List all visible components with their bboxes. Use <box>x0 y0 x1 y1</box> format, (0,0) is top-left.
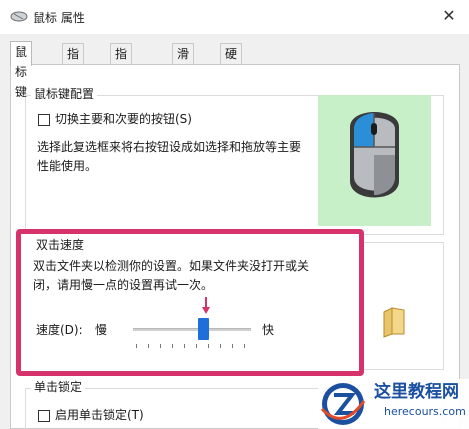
speed-slow-label: 慢 <box>95 323 108 337</box>
speed-label: 速度(D): <box>36 323 83 337</box>
button-config-description: 选择此复选框来将右按钮设成如选择和拖放等主要 <box>37 140 302 154</box>
watermark-name: 这里教程网 <box>374 382 459 402</box>
click-lock-title: 单击锁定 <box>31 378 86 395</box>
arrow-down-icon <box>202 297 210 314</box>
folder-icon[interactable] <box>380 306 408 338</box>
button-config-description-2: 性能使用。 <box>37 159 98 173</box>
tab-pointers[interactable]: 指针 <box>62 43 85 81</box>
slider-tick <box>196 344 197 348</box>
slider-tick <box>136 344 137 348</box>
double-click-title: 双击速度 <box>33 236 88 253</box>
tab-wheel[interactable]: 滑轮 <box>172 43 195 81</box>
tab-buttons[interactable]: 鼠标键 <box>10 41 33 99</box>
switch-buttons-checkbox[interactable] <box>38 114 50 126</box>
double-click-description-2: 闭，请用慢一点的设置再试一次。 <box>33 278 214 292</box>
speed-slider-thumb[interactable] <box>198 318 210 340</box>
mouse-preview-panel <box>318 95 431 226</box>
tab-pointer-options[interactable]: 指针选项 <box>110 43 133 121</box>
slider-tick <box>244 344 245 348</box>
close-button[interactable]: ✕ <box>436 4 462 28</box>
slider-tick <box>220 344 221 348</box>
tab-hardware[interactable]: 硬件 <box>220 43 243 81</box>
click-lock-checkbox[interactable] <box>38 410 50 422</box>
button-config-title: 鼠标键配置 <box>31 85 98 102</box>
switch-buttons-label[interactable]: 切换主要和次要的按钮(S) <box>55 110 192 129</box>
slider-tick <box>148 344 149 348</box>
speed-slider-track[interactable] <box>133 328 251 331</box>
mouse-icon <box>10 11 28 22</box>
speed-fast-label: 快 <box>262 323 275 337</box>
slider-tick <box>232 344 233 348</box>
mouse-preview-icon <box>350 112 399 198</box>
slider-tick <box>208 344 209 348</box>
close-icon[interactable]: ✕ <box>442 6 455 25</box>
click-lock-label[interactable]: 启用单击锁定(T) <box>55 406 144 425</box>
double-click-description: 双击文件夹以检测你的设置。如果文件夹没打开或关 <box>33 259 310 273</box>
window-title: 鼠标 属性 <box>33 11 85 25</box>
slider-tick <box>172 344 173 348</box>
slider-tick <box>184 344 185 348</box>
slider-tick <box>160 344 161 348</box>
watermark-url: herecours.com <box>384 405 466 418</box>
title-bar: 鼠标 属性 ✕ <box>0 0 469 34</box>
